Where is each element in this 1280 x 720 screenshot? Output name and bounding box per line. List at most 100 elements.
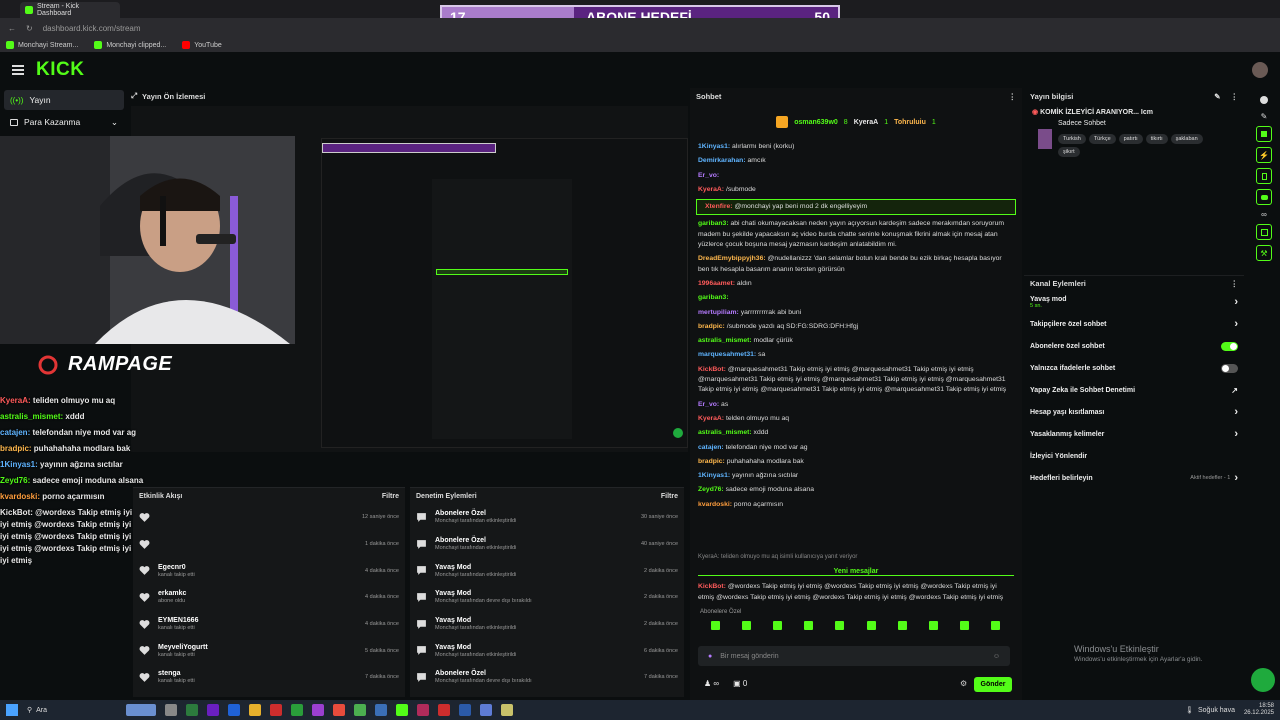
chat-username[interactable]: kvardoski: (698, 501, 732, 508)
taskbar-widget-icon[interactable] (126, 704, 156, 716)
channel-action-row[interactable]: İzleyici Yönlendir (1024, 445, 1244, 467)
chevron-right-icon[interactable]: › (1234, 318, 1238, 330)
taskbar-app-icon[interactable] (186, 704, 198, 716)
chat-input[interactable]: ● Bir mesaj gönderin ☺ (698, 646, 1010, 666)
new-messages-divider[interactable]: Yeni mesajlar (698, 568, 1014, 577)
rail-button-doc[interactable] (1256, 168, 1272, 184)
link-icon[interactable]: ∞ (1248, 210, 1280, 219)
emote-icon[interactable] (928, 620, 938, 630)
taskbar-app-icon[interactable] (375, 704, 387, 716)
chevron-right-icon[interactable]: › (1234, 472, 1238, 484)
taskbar-app-icon[interactable] (459, 704, 471, 716)
taskbar-search[interactable]: ⚲ Ara (27, 706, 117, 715)
send-button[interactable]: Gönder (974, 677, 1012, 692)
toggle-switch[interactable] (1221, 341, 1238, 351)
filter-button[interactable]: Filtre (382, 493, 399, 500)
emote-icon[interactable] (897, 620, 907, 630)
channel-action-row[interactable]: Yasaklanmış kelimeler › (1024, 423, 1244, 445)
taskbar-app-icon[interactable] (501, 704, 513, 716)
settings-icon[interactable]: ⚙ (960, 679, 967, 688)
taskbar-app-icon[interactable] (249, 704, 261, 716)
emote-icon[interactable] (991, 620, 1001, 630)
external-link-icon[interactable]: ↗ (1231, 386, 1238, 395)
chat-username[interactable]: gariban3: (698, 220, 729, 227)
emote-icon[interactable] (741, 620, 751, 630)
chat-username[interactable]: KyeraA: (698, 186, 724, 193)
bookmark-item[interactable]: Monchayi clipped... (94, 41, 166, 49)
bookmark-item[interactable]: Monchayi Stream... (6, 41, 78, 49)
chat-username[interactable]: marquesahmet31: (698, 351, 756, 358)
chat-username[interactable]: gariban3: (698, 294, 729, 301)
chat-username[interactable]: catajen: (698, 444, 724, 451)
help-chat-button[interactable] (1251, 668, 1275, 692)
chat-username[interactable]: Er_vo: (698, 172, 719, 179)
edit-icon[interactable]: ✎ (1248, 112, 1280, 121)
taskbar-app-icon[interactable] (312, 704, 324, 716)
more-icon[interactable]: ⋮ (1231, 92, 1239, 101)
emote-icon[interactable] (835, 620, 845, 630)
clock[interactable]: 18:58 26.12.2025 (1244, 703, 1274, 717)
channel-action-row[interactable]: Abonelere özel sohbet (1024, 335, 1244, 357)
chat-username[interactable]: astralis_mismet: (698, 429, 752, 436)
refresh-icon[interactable]: ↻ (26, 24, 33, 33)
taskbar-app-icon[interactable] (417, 704, 429, 716)
emote-icon[interactable] (710, 620, 720, 630)
expand-icon[interactable]: ⤢ (131, 91, 137, 101)
taskbar-app-icon[interactable] (396, 704, 408, 716)
taskbar-app-icon[interactable] (270, 704, 282, 716)
taskbar-app-icon[interactable] (165, 704, 177, 716)
taskbar-app-icon[interactable] (438, 704, 450, 716)
taskbar-app-icon[interactable] (228, 704, 240, 716)
emote-icon[interactable] (804, 620, 814, 630)
chat-username[interactable]: Demirkarahan: (698, 157, 746, 164)
channel-action-row[interactable]: Yalnızca ifadelerle sohbet (1024, 357, 1244, 379)
chat-username[interactable]: bradpic: (698, 323, 725, 330)
back-icon[interactable]: ← (8, 24, 16, 33)
browser-tab[interactable]: Stream - Kick Dashboard (20, 2, 120, 18)
channel-action-row[interactable]: Takipçilere özel sohbet › (1024, 313, 1244, 335)
chevron-right-icon[interactable]: › (1234, 406, 1238, 418)
rail-button-chat[interactable] (1256, 189, 1272, 205)
rail-button-camera[interactable] (1256, 126, 1272, 142)
avatar[interactable] (1252, 62, 1268, 78)
channel-action-row[interactable]: Hedefleri belirleyin Aktif hedefler - 1 › (1024, 467, 1244, 489)
chat-username[interactable]: bradpic: (698, 458, 725, 465)
chat-username[interactable]: mertupiliam: (698, 309, 739, 316)
windows-start-icon[interactable] (6, 704, 18, 716)
chat-username[interactable]: KyeraA: (698, 415, 724, 422)
channel-action-row[interactable]: Hesap yaşı kısıtlaması › (1024, 401, 1244, 423)
url-field[interactable]: dashboard.kick.com/stream (43, 24, 141, 33)
taskbar-app-icon[interactable] (291, 704, 303, 716)
sidebar-item-yayin[interactable]: ((•)) Yayın (4, 90, 124, 110)
channel-action-row[interactable]: Yapay Zeka ile Sohbet Denetimi ↗ (1024, 379, 1244, 401)
filter-button[interactable]: Filtre (661, 493, 678, 500)
rail-button-grid[interactable] (1256, 224, 1272, 240)
taskbar-app-icon[interactable] (354, 704, 366, 716)
chat-username[interactable]: Xtenfire: (705, 203, 733, 210)
more-icon[interactable]: ⋮ (1231, 279, 1239, 288)
rail-button-lightning[interactable]: ⚡ (1256, 147, 1272, 163)
emote-icon[interactable] (866, 620, 876, 630)
emoji-icon[interactable]: ☺ (993, 653, 1000, 660)
kick-logo[interactable]: KICK (36, 59, 84, 81)
sidebar-item-para-kazanma[interactable]: Para Kazanma ⌄ (4, 112, 124, 132)
chat-username[interactable]: 1Kinyas1: (698, 143, 730, 150)
chat-username[interactable]: KickBot: (698, 366, 726, 373)
chat-username[interactable]: 1Kinyas1: (698, 472, 730, 479)
bookmark-item[interactable]: YouTube (182, 41, 222, 49)
chat-username[interactable]: Zeyd76: (698, 486, 724, 493)
taskbar-app-icon[interactable] (333, 704, 345, 716)
edit-icon[interactable]: ✎ (1214, 92, 1220, 101)
rail-button-tools[interactable]: ⚒ (1256, 245, 1272, 261)
taskbar-app-icon[interactable] (480, 704, 492, 716)
chevron-right-icon[interactable]: › (1234, 296, 1238, 308)
chevron-right-icon[interactable]: › (1234, 428, 1238, 440)
chat-username[interactable]: DreadEmybippyjh36: (698, 255, 766, 262)
weather-widget[interactable]: 🌡 Soğuk hava (1185, 706, 1235, 715)
more-icon[interactable]: ⋮ (1009, 92, 1017, 101)
info-icon[interactable] (1260, 96, 1268, 104)
emote-icon[interactable] (772, 620, 782, 630)
channel-action-row[interactable]: Yavaş mod 5 sn. › (1024, 291, 1244, 313)
chat-username[interactable]: astralis_mismet: (698, 337, 752, 344)
toggle-switch[interactable] (1221, 363, 1238, 373)
